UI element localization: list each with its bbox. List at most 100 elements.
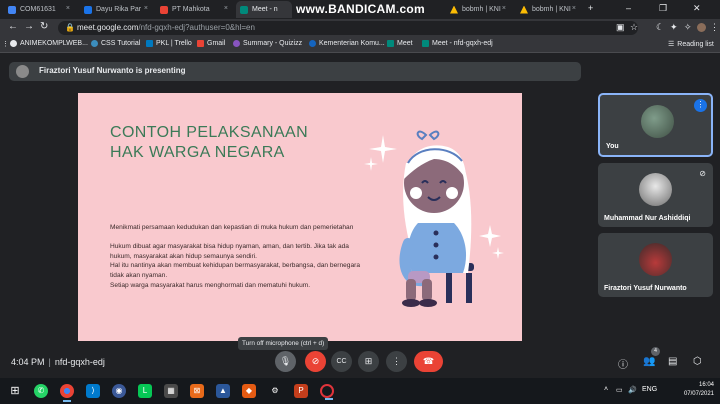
new-tab-button[interactable]: + — [588, 3, 593, 13]
participant-name: Firaztori Yusuf Nurwanto — [604, 285, 687, 292]
whatsapp-icon[interactable]: ✆ — [34, 384, 48, 398]
tab-favicon-icon — [8, 5, 16, 14]
bookmark-item[interactable]: ANIMEKOMPLWEB... — [10, 40, 88, 47]
chat-icon[interactable]: ▤ — [668, 356, 677, 367]
mic-muted-icon: ⊘ — [699, 169, 706, 178]
presenting-banner: Firaztori Yusuf Nurwanto is presenting — [9, 62, 581, 81]
presentation-slide: CONTOH PELAKSANAAN HAK WARGA NEGARA Meni… — [78, 93, 522, 341]
profile-avatar[interactable] — [697, 23, 706, 32]
avatar — [641, 105, 674, 138]
menu-icon[interactable]: ⋮ — [710, 22, 719, 33]
tab-close-icon[interactable]: × — [572, 5, 576, 12]
calculator-icon[interactable]: ▦ — [164, 384, 178, 398]
bookmark-label: Gmail — [207, 40, 226, 47]
meet-icon — [387, 40, 394, 47]
browser-app-icon[interactable]: ◉ — [112, 384, 126, 398]
maximize-icon[interactable]: ❐ — [659, 3, 667, 14]
participant-tile[interactable]: ⊘ Muhammad Nur Ashiddiqi — [598, 163, 713, 227]
meet-main: Firaztori Yusuf Nurwanto is presenting C… — [0, 53, 720, 378]
camera-off-button[interactable]: ⊘ — [305, 351, 326, 372]
app-icon[interactable]: ◆ — [242, 384, 256, 398]
bookmark-item[interactable]: Gmail — [197, 40, 225, 47]
taskbar-time: 16:04 — [698, 382, 714, 388]
close-window-icon[interactable]: ✕ — [693, 3, 701, 14]
volume-icon[interactable]: 🔊 — [628, 386, 637, 394]
forward-arrow-icon[interactable]: → — [24, 21, 34, 32]
xampp-icon[interactable]: ⊠ — [190, 384, 204, 398]
mic-tooltip: Turn off microphone (ctrl + d) — [238, 337, 329, 350]
bookmark-label: Kementerian Komu... — [319, 40, 385, 47]
bookmark-item[interactable]: Kementerian Komu... — [309, 40, 385, 47]
tab-close-icon[interactable]: × — [144, 5, 148, 12]
reading-list-label: Reading list — [677, 40, 714, 48]
presenting-text: Firaztori Yusuf Nurwanto is presenting — [39, 66, 186, 75]
bookmark-item[interactable]: Summary - Quizizz — [233, 40, 302, 47]
browser-tab[interactable]: COM61631 × — [4, 1, 74, 18]
bookmark-label: Summary - Quizizz — [243, 40, 303, 47]
participant-tile-you[interactable]: ⋮ You — [598, 93, 713, 157]
participant-tile[interactable]: Firaztori Yusuf Nurwanto — [598, 233, 713, 297]
tab-favicon-icon — [84, 5, 92, 14]
present-now-button[interactable]: ⊞ — [358, 351, 379, 372]
browser-tab[interactable]: Dayu Rika Par × — [80, 1, 152, 18]
meeting-info: 4:04 PM | nfd-gqxh-edj — [11, 357, 105, 367]
chrome-icon[interactable] — [60, 384, 74, 402]
girl-illustration — [399, 130, 474, 307]
tray-up-arrow-icon[interactable]: ˄ — [604, 386, 608, 393]
microphone-button[interactable]: 🎙 — [275, 351, 296, 372]
bookmark-item[interactable]: Meet - nfd-gqxh-edj — [422, 40, 493, 47]
photos-icon[interactable]: ▲ — [216, 384, 230, 398]
bookmarks-bar: ⋮⋮ ANIMEKOMPLWEB... CSS Tutorial PKL | T… — [0, 37, 720, 53]
browser-tab[interactable]: bobmh | KNI × — [446, 1, 510, 18]
tab-title: COM61631 — [20, 6, 56, 13]
browser-tab[interactable]: bobmh | KNI × — [516, 1, 580, 18]
tab-close-icon[interactable]: × — [66, 5, 70, 12]
bookmark-item[interactable]: Meet — [387, 40, 413, 47]
bookmark-item[interactable]: CSS Tutorial — [91, 40, 140, 47]
reading-list-button[interactable]: ☰ Reading list — [668, 40, 714, 49]
quizizz-icon — [233, 40, 240, 47]
browser-tab-active[interactable]: Meet - n — [236, 1, 292, 18]
minimize-icon[interactable]: – — [626, 3, 631, 13]
line-icon[interactable]: L — [138, 384, 152, 398]
bookmark-label: ANIMEKOMPLWEB... — [20, 40, 88, 47]
reload-icon[interactable]: ↻ — [40, 21, 48, 32]
people-icon[interactable]: 👥 — [643, 356, 655, 367]
camera-in-use-icon[interactable]: ▣ — [616, 22, 625, 33]
bandicam-watermark: www.BANDICAM.com — [296, 2, 426, 16]
taskbar-date: 07/07/2021 — [683, 391, 714, 397]
more-options-button[interactable]: ⋮ — [386, 351, 407, 372]
tab-title: bobmh | KNI — [462, 6, 501, 13]
extensions-puzzle-icon[interactable]: ✧ — [684, 22, 692, 33]
avatar — [639, 173, 672, 206]
bookmark-item[interactable]: PKL | Trello — [146, 40, 192, 47]
network-icon[interactable]: ▭ — [616, 386, 623, 394]
extension-icon[interactable]: ✦ — [670, 22, 678, 33]
settings-icon[interactable]: ⚙ — [268, 384, 282, 398]
activities-icon[interactable]: ⬡ — [693, 356, 702, 367]
tab-favicon-icon — [160, 5, 168, 14]
moon-extension-icon[interactable]: ☾ — [656, 22, 664, 33]
windows-start-icon[interactable]: ⊞ — [8, 384, 22, 398]
browser-tab[interactable]: PT Mahkota × — [156, 1, 232, 18]
meeting-details-icon[interactable]: ⓘ — [618, 356, 628, 371]
tab-close-icon[interactable]: × — [502, 5, 506, 12]
tab-title: Dayu Rika Par — [96, 6, 142, 13]
browser-toolbar: ← → ↻ 🔒 meet.google.com/nfd-gqxh-edj?aut… — [0, 19, 720, 37]
address-bar[interactable]: 🔒 meet.google.com/nfd-gqxh-edj?authuser=… — [58, 21, 638, 35]
meet-icon — [422, 40, 429, 47]
warning-icon — [520, 5, 528, 14]
star-icon[interactable]: ☆ — [630, 22, 638, 33]
trello-icon — [146, 40, 153, 47]
powerpoint-icon[interactable]: P — [294, 384, 308, 398]
tab-close-icon[interactable]: × — [224, 5, 228, 12]
language-indicator[interactable]: ENG — [642, 386, 657, 393]
back-arrow-icon[interactable]: ← — [8, 21, 18, 32]
more-options-icon[interactable]: ⋮ — [694, 99, 707, 112]
leave-call-button[interactable]: ☎ — [414, 351, 443, 372]
vscode-icon[interactable]: ⟩ — [86, 384, 100, 398]
captions-button[interactable]: CC — [331, 351, 352, 372]
bandicam-record-icon[interactable] — [320, 384, 334, 400]
taskbar-clock[interactable]: 16:04 07/07/2021 — [684, 381, 714, 399]
lock-icon[interactable]: 🔒 — [65, 23, 75, 32]
